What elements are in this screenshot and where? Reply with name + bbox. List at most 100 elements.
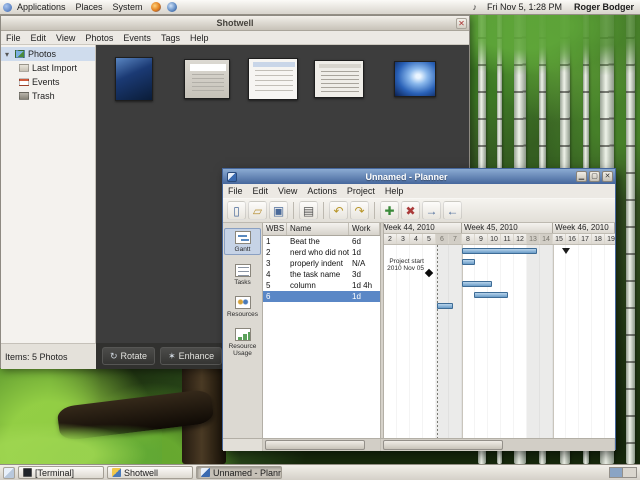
- menu-edit[interactable]: Edit: [26, 33, 52, 43]
- taskbar-item-shotwell[interactable]: Shotwell: [107, 466, 193, 479]
- planner-titlebar[interactable]: Unnamed - Planner ▁ ▢ ✕: [223, 169, 615, 184]
- new-document-icon[interactable]: ▯: [227, 201, 246, 220]
- open-folder-icon[interactable]: ▱: [248, 201, 267, 220]
- undo-icon[interactable]: ↶: [329, 201, 348, 220]
- task-row[interactable]: 3 properly indent N/A: [263, 258, 380, 269]
- redo-icon[interactable]: ↷: [350, 201, 369, 220]
- week-gridline: [553, 245, 554, 438]
- gantt-day-label: 4: [410, 234, 423, 244]
- task-row[interactable]: 2 nerd who did not 1d: [263, 247, 380, 258]
- view-gantt[interactable]: Gantt: [224, 228, 261, 255]
- workspace-cell[interactable]: [623, 468, 636, 477]
- applications-menu[interactable]: Applications: [12, 0, 71, 14]
- scrollbar-thumb[interactable]: [265, 440, 365, 450]
- gantt-day-label: 2: [384, 234, 397, 244]
- firefox-launcher-icon[interactable]: [151, 2, 161, 12]
- menu-events[interactable]: Events: [118, 33, 156, 43]
- menu-view[interactable]: View: [51, 33, 80, 43]
- menu-help[interactable]: Help: [185, 33, 214, 43]
- photo-thumbnail[interactable]: [314, 60, 364, 98]
- task-row[interactable]: 1 Beat the 6d: [263, 236, 380, 247]
- menu-tags[interactable]: Tags: [156, 33, 185, 43]
- taskbar-item-planner[interactable]: Unnamed - Planner: [196, 466, 282, 479]
- menu-file[interactable]: File: [1, 33, 26, 43]
- expander-icon[interactable]: ▾: [5, 50, 12, 59]
- view-tasks[interactable]: Tasks: [224, 262, 261, 287]
- scrollbar-thumb[interactable]: [383, 440, 503, 450]
- gantt-day-label: 16: [566, 234, 579, 244]
- gantt-bar[interactable]: [474, 292, 508, 298]
- trash-icon: [19, 92, 29, 100]
- workspace-switcher[interactable]: [609, 467, 637, 478]
- task-row[interactable]: 5 column 1d 4h: [263, 280, 380, 291]
- gantt-day-label: 14: [540, 234, 553, 244]
- sidebar-item-photos[interactable]: ▾ Photos: [1, 47, 95, 61]
- task-work: 6d: [349, 237, 380, 246]
- menu-view[interactable]: View: [273, 186, 302, 196]
- view-resource-usage[interactable]: Resource Usage: [224, 326, 261, 358]
- gantt-bar[interactable]: [462, 248, 537, 254]
- view-resources[interactable]: Resources: [224, 294, 261, 319]
- column-header-work[interactable]: Work: [349, 223, 380, 235]
- task-row-selected[interactable]: 6 1d: [263, 291, 380, 302]
- column-header-wbs[interactable]: WBS: [263, 223, 287, 235]
- gantt-marker[interactable]: [562, 248, 570, 254]
- enhance-label: Enhance: [179, 351, 215, 361]
- desktop[interactable]: Applications Places System ♪ Fri Nov 5, …: [0, 0, 640, 480]
- close-icon[interactable]: ✕: [456, 18, 467, 29]
- system-menu[interactable]: System: [108, 0, 148, 14]
- gantt-bar[interactable]: [462, 281, 492, 287]
- app-launcher-icon[interactable]: [167, 2, 177, 12]
- unindent-task-icon[interactable]: ←: [443, 201, 462, 220]
- task-name: nerd who did not: [287, 248, 349, 257]
- gantt-bar[interactable]: [462, 259, 475, 265]
- minimize-icon[interactable]: ▁: [576, 171, 587, 182]
- gantt-hscrollbar[interactable]: [381, 439, 615, 451]
- sidebar-item-last-import[interactable]: Last Import: [1, 61, 95, 75]
- menu-help[interactable]: Help: [380, 186, 409, 196]
- gantt-day-label: 3: [397, 234, 410, 244]
- sidebar-item-events[interactable]: Events: [1, 75, 95, 89]
- workspace-cell[interactable]: [610, 468, 623, 477]
- gantt-canvas[interactable]: Project start 2010 Nov 05: [384, 245, 615, 438]
- photo-thumbnail[interactable]: [248, 58, 298, 100]
- photo-thumbnail[interactable]: [115, 57, 153, 101]
- menu-edit[interactable]: Edit: [248, 186, 274, 196]
- places-menu[interactable]: Places: [71, 0, 108, 14]
- user-switcher[interactable]: Roger Bodger: [568, 2, 640, 12]
- taskbar-item-terminal[interactable]: [Terminal]: [18, 466, 104, 479]
- indent-task-icon[interactable]: →: [422, 201, 441, 220]
- toolbar-separator: [323, 202, 324, 219]
- toolbar-separator: [374, 202, 375, 219]
- table-header: WBS Name Work: [263, 223, 380, 236]
- insert-task-icon[interactable]: ✚: [380, 201, 399, 220]
- sidebar-item-trash[interactable]: Trash: [1, 89, 95, 103]
- rotate-button[interactable]: ↻ Rotate: [102, 347, 155, 365]
- gantt-day-label: 13: [527, 234, 540, 244]
- enhance-button[interactable]: ✶ Enhance: [160, 347, 222, 365]
- gantt-bar[interactable]: [437, 303, 453, 309]
- photo-thumbnail[interactable]: [184, 59, 230, 99]
- gantt-milestone[interactable]: [425, 269, 433, 277]
- show-desktop-button[interactable]: [3, 467, 15, 479]
- volume-icon[interactable]: ♪: [468, 2, 481, 12]
- print-icon[interactable]: ▤: [299, 201, 318, 220]
- task-name: the task name: [287, 270, 349, 279]
- save-icon[interactable]: ▣: [269, 201, 288, 220]
- maximize-icon[interactable]: ▢: [589, 171, 600, 182]
- remove-task-icon[interactable]: ✖: [401, 201, 420, 220]
- menu-file[interactable]: File: [223, 186, 248, 196]
- shotwell-titlebar[interactable]: Shotwell ✕: [1, 16, 469, 31]
- menu-photos[interactable]: Photos: [80, 33, 118, 43]
- close-icon[interactable]: ✕: [602, 171, 613, 182]
- menu-actions[interactable]: Actions: [302, 186, 342, 196]
- photo-thumbnail[interactable]: [394, 61, 436, 97]
- sidebar-label: Photos: [28, 49, 56, 59]
- sidebar-label: Events: [32, 77, 60, 87]
- task-row[interactable]: 4 the task name 3d: [263, 269, 380, 280]
- column-header-name[interactable]: Name: [287, 223, 349, 235]
- task-name: column: [287, 281, 349, 290]
- menu-project[interactable]: Project: [342, 186, 380, 196]
- table-hscrollbar[interactable]: [263, 439, 381, 451]
- clock-applet[interactable]: Fri Nov 5, 1:28 PM: [481, 2, 568, 12]
